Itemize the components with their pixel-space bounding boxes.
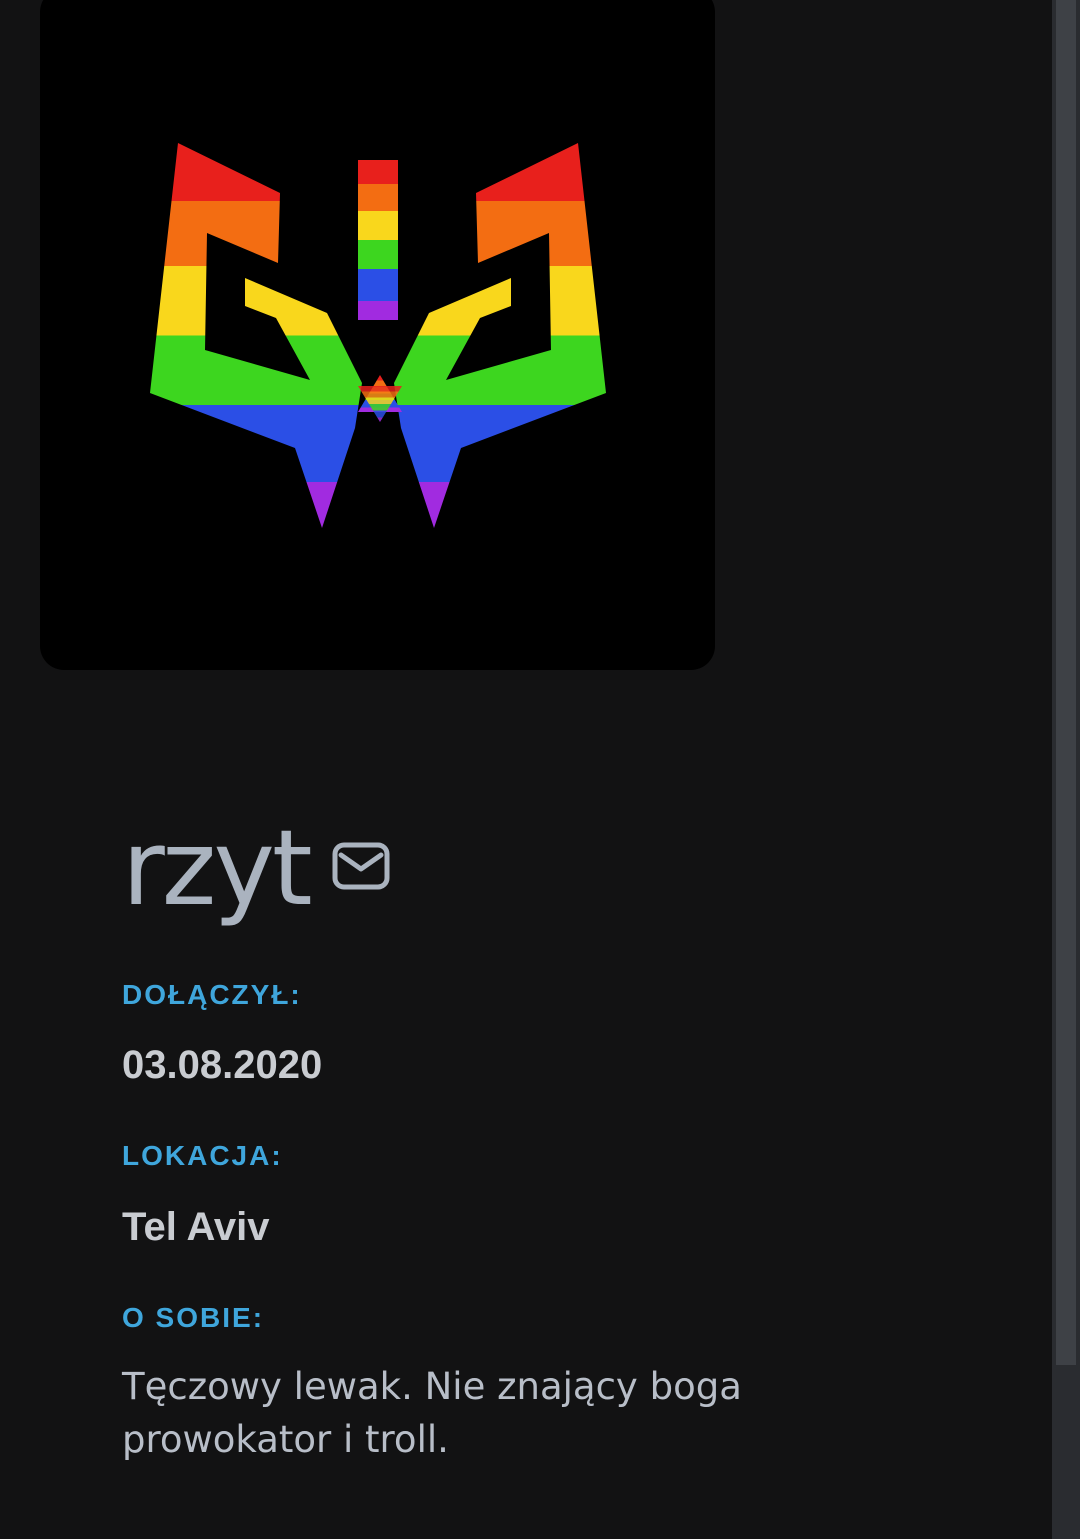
location-value: Tel Aviv xyxy=(122,1205,270,1249)
joined-date: 03.08.2020 xyxy=(122,1043,323,1087)
rainbow-trident-emblem-icon xyxy=(150,143,606,528)
scrollbar-track[interactable] xyxy=(1052,0,1080,1539)
username-row: rzyt xyxy=(122,790,982,920)
username: rzyt xyxy=(122,807,313,929)
location-label: LOKACJA: xyxy=(122,1140,283,1171)
joined-label: DOŁĄCZYŁ: xyxy=(122,979,302,1010)
scrollbar-thumb[interactable] xyxy=(1056,0,1076,1365)
about-text: Tęczowy lewak. Nie znający boga prowokat… xyxy=(122,1365,742,1461)
user-avatar[interactable] xyxy=(40,0,715,670)
profile-details: rzyt DOŁĄCZYŁ: 03.08.2020 LOKACJA: Tel A… xyxy=(122,790,982,1461)
about-label: O SOBIE: xyxy=(122,1302,265,1333)
mail-icon[interactable] xyxy=(332,842,390,890)
